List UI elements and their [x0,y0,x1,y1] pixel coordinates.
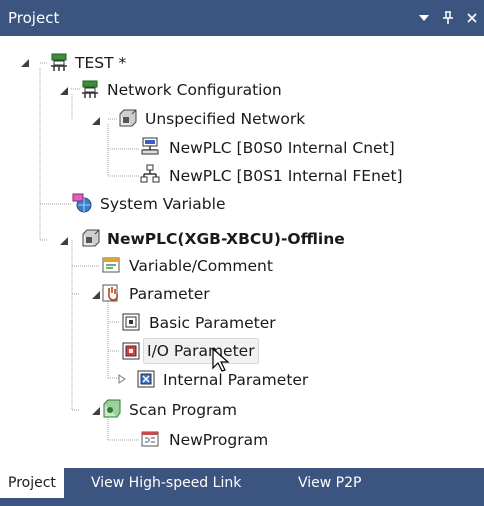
basic-parameter-icon [121,312,141,332]
expanded-arrow-icon[interactable] [91,116,101,126]
dropdown-arrow-icon[interactable] [412,6,436,30]
fenet-module-icon [140,164,160,184]
project-tree: TEST * Network Configuration Unspecified… [0,36,484,468]
tree-item-project[interactable]: TEST * [72,50,129,76]
panel-titlebar: Project [0,0,484,36]
tree-item-network-configuration[interactable]: Network Configuration [104,77,285,103]
tab-project[interactable]: Project [0,468,64,498]
tree-item-variable-comment[interactable]: Variable/Comment [126,253,276,279]
expanded-arrow-icon[interactable] [91,290,101,300]
network-configuration-icon [80,80,100,100]
tab-view-p2p[interactable]: View P2P [290,468,369,498]
tree-item-io-parameter[interactable]: I/O Parameter [143,338,259,364]
project-icon [49,53,69,73]
tree-item-system-variable[interactable]: System Variable [97,191,228,217]
pin-icon[interactable] [436,6,460,30]
cnet-module-icon [140,136,160,156]
tree-item-new-program[interactable]: NewProgram [166,427,271,453]
mouse-cursor-icon [211,347,237,373]
tab-view-high-speed-link[interactable]: View High-speed Link [83,468,249,498]
tree-item-basic-parameter[interactable]: Basic Parameter [146,310,279,336]
plc-icon [80,229,100,249]
network-icon [117,109,137,129]
variable-comment-icon [101,255,121,275]
parameter-icon [101,283,121,303]
close-icon[interactable] [460,6,484,30]
tree-item-cnet-plc[interactable]: NewPLC [B0S0 Internal Cnet] [166,135,398,161]
expanded-arrow-icon[interactable] [59,86,69,96]
expanded-arrow-icon[interactable] [59,236,69,246]
system-variable-icon [72,193,92,213]
collapsed-arrow-icon[interactable] [117,374,127,384]
internal-parameter-icon [136,369,156,389]
tree-item-parameter[interactable]: Parameter [126,281,213,307]
tree-item-scan-program[interactable]: Scan Program [126,397,240,423]
tree-item-unspecified-network[interactable]: Unspecified Network [142,106,308,132]
scan-program-icon [101,399,121,419]
tree-item-plc[interactable]: NewPLC(XGB-XBCU)-Offline [104,226,348,252]
bottom-tab-bar: Project View High-speed Link View P2P [0,468,484,506]
expanded-arrow-icon[interactable] [20,58,30,68]
expanded-arrow-icon[interactable] [91,406,101,416]
program-icon [140,429,160,449]
io-parameter-icon [121,341,141,361]
panel-title: Project [8,9,60,27]
tree-item-fenet-plc[interactable]: NewPLC [B0S1 Internal FEnet] [166,163,406,189]
